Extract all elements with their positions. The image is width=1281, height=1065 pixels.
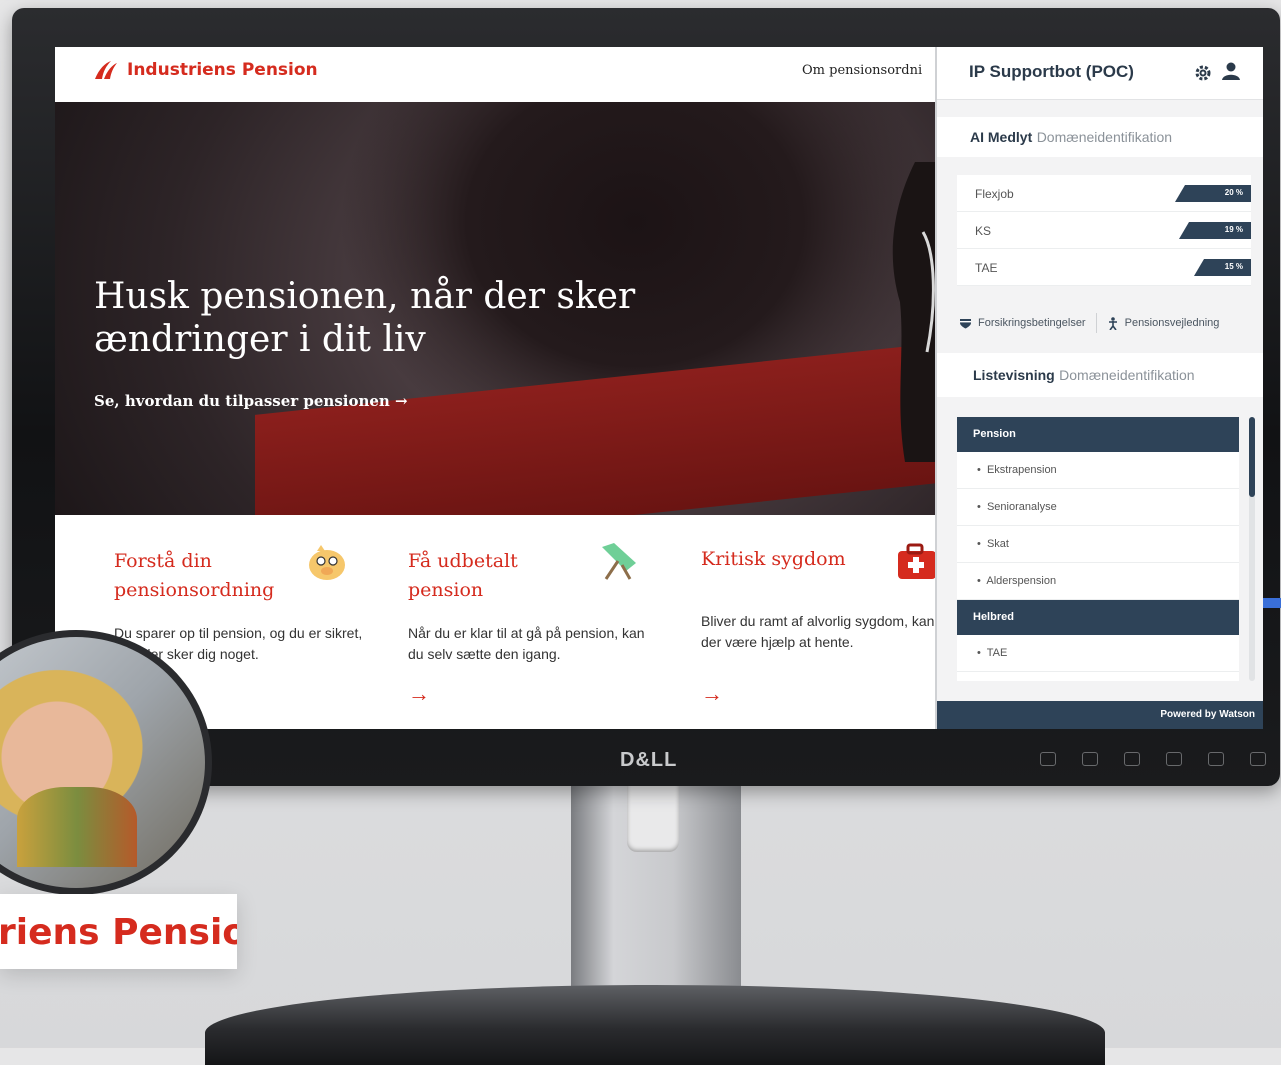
list-item[interactable]: • Ekstrapension bbox=[957, 452, 1239, 489]
monitor-buttons bbox=[1040, 752, 1266, 766]
list-section-title: Listevisning bbox=[973, 367, 1055, 383]
tab-pensionsvejledning[interactable]: Pensionsvejledning bbox=[1107, 316, 1220, 330]
powered-by-label: Powered by Watson bbox=[1160, 709, 1255, 720]
hero-image-red-surface bbox=[255, 339, 935, 515]
score-name: KS bbox=[975, 224, 992, 238]
score-value: 15 % bbox=[1224, 262, 1243, 271]
list-scrollbar[interactable] bbox=[1249, 417, 1255, 681]
card-udbetalt-pension[interactable]: Få udbetalt pension Når du er klar til a… bbox=[389, 515, 670, 729]
tab-label: Pensionsvejledning bbox=[1124, 317, 1220, 329]
supportbot-header: IP Supportbot (POC) bbox=[937, 47, 1263, 100]
deck-chair-icon bbox=[602, 543, 636, 580]
user-icon[interactable] bbox=[1221, 61, 1241, 81]
monitor-button-icon bbox=[1166, 752, 1182, 766]
monitor-stand-base bbox=[205, 985, 1105, 1065]
person-guide-icon bbox=[1108, 316, 1117, 330]
hero-banner: Husk pensionen, når der sker ændringer i… bbox=[55, 102, 935, 515]
list-category-helbred[interactable]: Helbred bbox=[957, 600, 1239, 635]
list-section-subtitle: Domæneidentifikation bbox=[1059, 367, 1195, 383]
site-header: Industriens Pension Om pensionsordni bbox=[55, 47, 935, 102]
monitor-button-icon bbox=[1040, 752, 1056, 766]
brand-name: Industriens Pension bbox=[127, 60, 318, 80]
ai-section-subtitle: Domæneidentifikation bbox=[1036, 129, 1173, 145]
hero-cta-link[interactable]: Se, hvordan du tilpasser pensionen → bbox=[94, 392, 408, 410]
card-title: Kritisk sygdom bbox=[701, 548, 846, 570]
hero-title: Husk pensionen, når der sker ændringer i… bbox=[94, 276, 636, 360]
card-kritisk-sygdom[interactable]: Kritisk sygdom Bliver du ramt af alvorli… bbox=[682, 515, 936, 729]
list-item[interactable]: • Alderspension bbox=[957, 563, 1239, 600]
list-category-pension[interactable]: Pension bbox=[957, 417, 1239, 452]
supportbot-tabs: Forsikringsbetingelser Pensionsvejlednin… bbox=[937, 305, 1263, 341]
domain-score-list: Flexjob 20 % KS 19 % TAE 15 % bbox=[957, 175, 1251, 286]
nav-item-pensionsordning[interactable]: Om pensionsordni bbox=[802, 63, 922, 78]
score-bar: 15 % bbox=[1194, 259, 1251, 276]
card-title: Få udbetalt pension bbox=[408, 550, 518, 601]
arrow-right-icon[interactable]: → bbox=[408, 681, 430, 707]
tab-label: Forsikringsbetingelser bbox=[978, 317, 1086, 329]
monitor-button-icon bbox=[1208, 752, 1224, 766]
score-value: 20 % bbox=[1224, 188, 1243, 197]
brand-mark-icon bbox=[95, 61, 117, 79]
monitor-brand-logo: D&LL bbox=[620, 749, 678, 771]
shield-icon bbox=[960, 318, 971, 328]
brand-logo-card: riens Pension bbox=[0, 894, 237, 969]
monitor-screen: Industriens Pension Om pensionsordni Hus… bbox=[55, 47, 1263, 729]
card-body: Når du er klar til at gå på pension, kan… bbox=[408, 625, 645, 662]
list-item[interactable]: • TAE bbox=[957, 635, 1239, 672]
gear-icon[interactable] bbox=[1194, 64, 1212, 82]
score-bar: 19 % bbox=[1179, 222, 1251, 239]
supportbot-footer: Powered by Watson bbox=[937, 701, 1263, 729]
arrow-right-icon[interactable]: → bbox=[701, 681, 723, 707]
score-name: Flexjob bbox=[975, 187, 1014, 201]
hero-welder-figure bbox=[892, 162, 935, 462]
list-item-label: TAE bbox=[986, 647, 1008, 659]
monitor-stand-cutout bbox=[627, 782, 679, 852]
card-title: Forstå din pensionsordning bbox=[114, 550, 275, 601]
card-body: Bliver du ramt af alvorlig sygdom, kan d… bbox=[701, 613, 935, 650]
list-item[interactable]: • Skat bbox=[957, 526, 1239, 563]
piggy-bank-icon bbox=[309, 545, 345, 580]
brand-logo-text: riens Pension bbox=[0, 912, 237, 953]
avatar-scarf bbox=[17, 787, 137, 867]
first-aid-kit-icon bbox=[898, 543, 936, 579]
ai-section-header: AI Medlyt Domæneidentifikation bbox=[937, 117, 1263, 157]
list-scrollbar-thumb[interactable] bbox=[1249, 417, 1255, 497]
supportbot-panel: IP Supportbot (POC) AI Medlyt Domæneiden… bbox=[935, 47, 1263, 729]
list-item[interactable]: • Senioranalyse bbox=[957, 489, 1239, 526]
monitor-button-icon bbox=[1250, 752, 1266, 766]
list-section-header: Listevisning Domæneidentifikation bbox=[937, 353, 1263, 397]
domain-list: Pension • Ekstrapension • Senioranalyse … bbox=[957, 417, 1239, 681]
ai-section-title: AI Medlyt bbox=[970, 129, 1033, 145]
list-item-label: Skat bbox=[986, 538, 1009, 550]
background-accent bbox=[1263, 598, 1281, 608]
score-name: TAE bbox=[975, 261, 998, 275]
score-row[interactable]: TAE 15 % bbox=[957, 249, 1251, 286]
list-item-label: Alderspension bbox=[986, 575, 1057, 587]
score-value: 19 % bbox=[1224, 225, 1243, 234]
site-logo[interactable]: Industriens Pension bbox=[93, 59, 318, 81]
score-row[interactable]: KS 19 % bbox=[957, 212, 1251, 249]
tab-divider bbox=[1095, 313, 1097, 333]
list-item-label: Ekstrapension bbox=[986, 464, 1057, 476]
monitor-button-icon bbox=[1082, 752, 1098, 766]
tab-forsikringsbetingelser[interactable]: Forsikringsbetingelser bbox=[959, 317, 1086, 329]
score-bar: 20 % bbox=[1175, 185, 1251, 202]
monitor-button-icon bbox=[1124, 752, 1140, 766]
score-row[interactable]: Flexjob 20 % bbox=[957, 175, 1251, 212]
supportbot-title: IP Supportbot (POC) bbox=[969, 62, 1134, 81]
list-item-label: Senioranalyse bbox=[986, 501, 1057, 513]
